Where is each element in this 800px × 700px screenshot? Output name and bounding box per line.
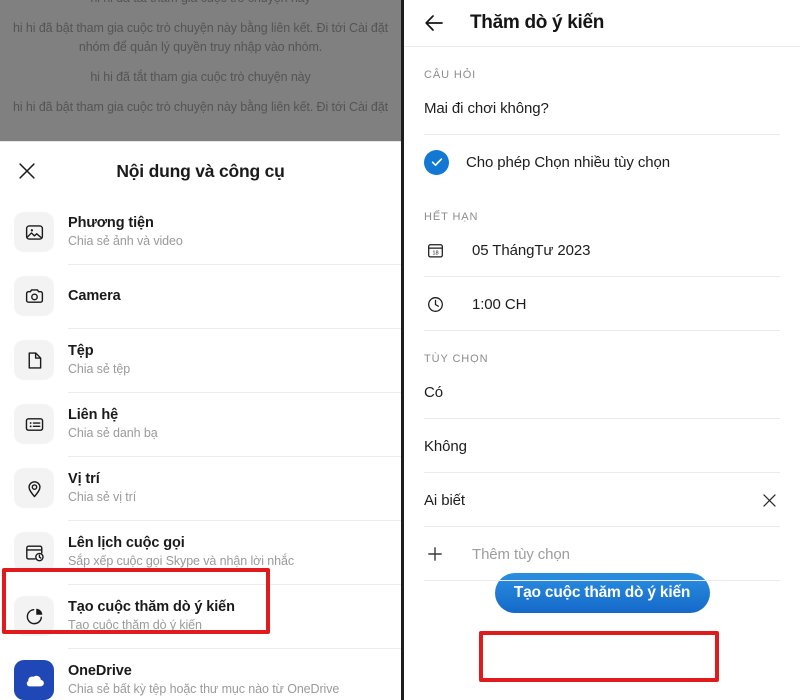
- camera-icon: [14, 276, 54, 316]
- sheet-header: Nội dung và công cụ: [0, 142, 401, 200]
- poll-option-value[interactable]: Có: [424, 384, 443, 401]
- location-pin-icon: [14, 468, 54, 508]
- menu-item-subtitle: Sắp xếp cuộc gọi Skype và nhận lời nhắc: [68, 554, 294, 568]
- poll-option-value[interactable]: Không: [424, 438, 467, 455]
- chat-system-message: hi hi đã tắt tham gia cuộc trò chuyện nà…: [90, 70, 311, 84]
- menu-item-title: OneDrive: [68, 663, 132, 679]
- calendar-clock-icon: [14, 532, 54, 572]
- menu-item-text: Phương tiện Chia sẻ ảnh và video: [68, 214, 183, 250]
- chat-system-message: hi hi đã bật tham gia cuộc trò chuyện nà…: [13, 21, 388, 54]
- divider: [68, 456, 401, 457]
- menu-item-title: Camera: [68, 288, 121, 304]
- divider: [68, 264, 401, 265]
- menu-item-onedrive[interactable]: OneDrive Chia sẻ bất kỳ tệp hoặc thư mục…: [0, 648, 401, 700]
- menu-item-subtitle: Chia sẻ bất kỳ tệp hoặc thư mục nào từ O…: [68, 682, 340, 696]
- clock-icon: [424, 293, 446, 315]
- file-icon: [14, 340, 54, 380]
- divider: [424, 330, 780, 331]
- left-panel-chat-with-sheet: hi hi đã tắt tham gia cuộc trò chuyện nà…: [0, 0, 401, 700]
- poll-option-row[interactable]: Có: [404, 365, 800, 419]
- chat-system-message: hi hi đã bật tham gia cuộc trò chuyện nà…: [13, 100, 388, 114]
- menu-item-contacts[interactable]: Liên hệ Chia sẻ danh bạ: [0, 392, 401, 456]
- menu-item-create-poll[interactable]: Tạo cuộc thăm dò ý kiến Tạo cuộc thăm dò…: [0, 584, 401, 648]
- onedrive-cloud-icon: [14, 660, 54, 700]
- menu-item-text: Tệp Chia sẻ tệp: [68, 342, 130, 378]
- divider: [424, 580, 780, 581]
- menu-item-files[interactable]: Tệp Chia sẻ tệp: [0, 328, 401, 392]
- divider: [68, 520, 401, 521]
- menu-item-camera[interactable]: Camera: [0, 264, 401, 328]
- menu-item-text: Camera: [68, 287, 121, 305]
- menu-item-text: Lên lịch cuộc gọi Sắp xếp cuộc gọi Skype…: [68, 534, 294, 570]
- close-icon[interactable]: [14, 158, 40, 184]
- checkmark-icon[interactable]: [424, 149, 449, 175]
- page-title: Thăm dò ý kiến: [470, 12, 605, 33]
- svg-text:18: 18: [432, 250, 438, 256]
- menu-item-subtitle: Chia sẻ danh bạ: [68, 426, 158, 440]
- menu-item-media[interactable]: Phương tiện Chia sẻ ảnh và video: [0, 200, 401, 264]
- app-screen: hi hi đã tắt tham gia cuộc trò chuyện nà…: [0, 0, 800, 700]
- poll-option-row[interactable]: Ai biết: [404, 473, 800, 527]
- expiry-section-label: HẾT HẠN: [424, 211, 479, 223]
- menu-item-schedule-call[interactable]: Lên lịch cuộc gọi Sắp xếp cuộc gọi Skype…: [0, 520, 401, 584]
- plus-icon[interactable]: [424, 543, 446, 565]
- menu-item-subtitle: Chia sẻ vị trí: [68, 490, 137, 504]
- menu-item-text: Tạo cuộc thăm dò ý kiến Tạo cuộc thăm dò…: [68, 598, 235, 634]
- expiry-date-row[interactable]: 18 05 ThángTư 2023: [404, 223, 800, 277]
- menu-item-location[interactable]: Vị trí Chia sẻ vị trí: [0, 456, 401, 520]
- poll-option-value[interactable]: Ai biết: [424, 492, 465, 509]
- chat-system-message: hi hi đã tắt tham gia cuộc trò chuyện nà…: [0, 0, 401, 8]
- menu-item-title: Liên hệ: [68, 407, 119, 423]
- expiry-time-value[interactable]: 1:00 CH: [472, 296, 526, 313]
- add-option-input[interactable]: Thêm tùy chọn: [472, 546, 570, 563]
- poll-option-row[interactable]: Không: [404, 419, 800, 473]
- menu-item-subtitle: Tạo cuộc thăm dò ý kiến: [68, 618, 202, 632]
- options-section-label: TÙY CHỌN: [424, 353, 489, 365]
- sheet-title: Nội dung và công cụ: [116, 160, 285, 181]
- tools-menu-list: Phương tiện Chia sẻ ảnh và video Camera …: [0, 200, 401, 700]
- pie-chart-icon: [14, 596, 54, 636]
- divider: [68, 392, 401, 393]
- divider: [68, 584, 401, 585]
- calendar-icon: 18: [424, 239, 446, 261]
- menu-item-title: Tệp: [68, 343, 94, 359]
- menu-item-subtitle: Chia sẻ tệp: [68, 362, 131, 376]
- menu-item-text: Liên hệ Chia sẻ danh bạ: [68, 406, 158, 442]
- content-and-tools-sheet: Nội dung và công cụ Phương tiện Chia sẻ …: [0, 141, 401, 700]
- menu-item-title: Lên lịch cuộc gọi: [68, 535, 185, 551]
- contact-card-icon: [14, 404, 54, 444]
- divider: [68, 328, 401, 329]
- chat-backdrop: hi hi đã tắt tham gia cuộc trò chuyện nà…: [0, 0, 401, 141]
- right-panel-poll-editor: Thăm dò ý kiến CÂU HỎI Mai đi chơi không…: [404, 0, 800, 700]
- menu-item-text: OneDrive Chia sẻ bất kỳ tệp hoặc thư mục…: [68, 662, 339, 698]
- add-option-row[interactable]: Thêm tùy chọn: [404, 527, 800, 581]
- question-section-label: CÂU HỎI: [424, 69, 477, 81]
- arrow-left-icon[interactable]: [420, 9, 448, 37]
- poll-header: Thăm dò ý kiến: [404, 0, 800, 47]
- close-icon[interactable]: [758, 489, 780, 511]
- menu-item-title: Vị trí: [68, 471, 100, 487]
- expiry-time-row[interactable]: 1:00 CH: [404, 277, 800, 331]
- menu-item-title: Phương tiện: [68, 215, 154, 231]
- menu-item-text: Vị trí Chia sẻ vị trí: [68, 470, 136, 506]
- image-icon: [14, 212, 54, 252]
- multi-choice-toggle-row[interactable]: Cho phép Chọn nhiều tùy chọn: [404, 135, 800, 189]
- menu-item-subtitle: Chia sẻ ảnh và video: [68, 234, 183, 248]
- question-input[interactable]: Mai đi chơi không?: [424, 100, 549, 117]
- expiry-date-value[interactable]: 05 ThángTư 2023: [472, 242, 590, 259]
- divider: [68, 648, 401, 649]
- question-input-row[interactable]: Mai đi chơi không?: [404, 81, 800, 135]
- menu-item-title: Tạo cuộc thăm dò ý kiến: [68, 599, 235, 615]
- multi-choice-label: Cho phép Chọn nhiều tùy chọn: [466, 153, 671, 171]
